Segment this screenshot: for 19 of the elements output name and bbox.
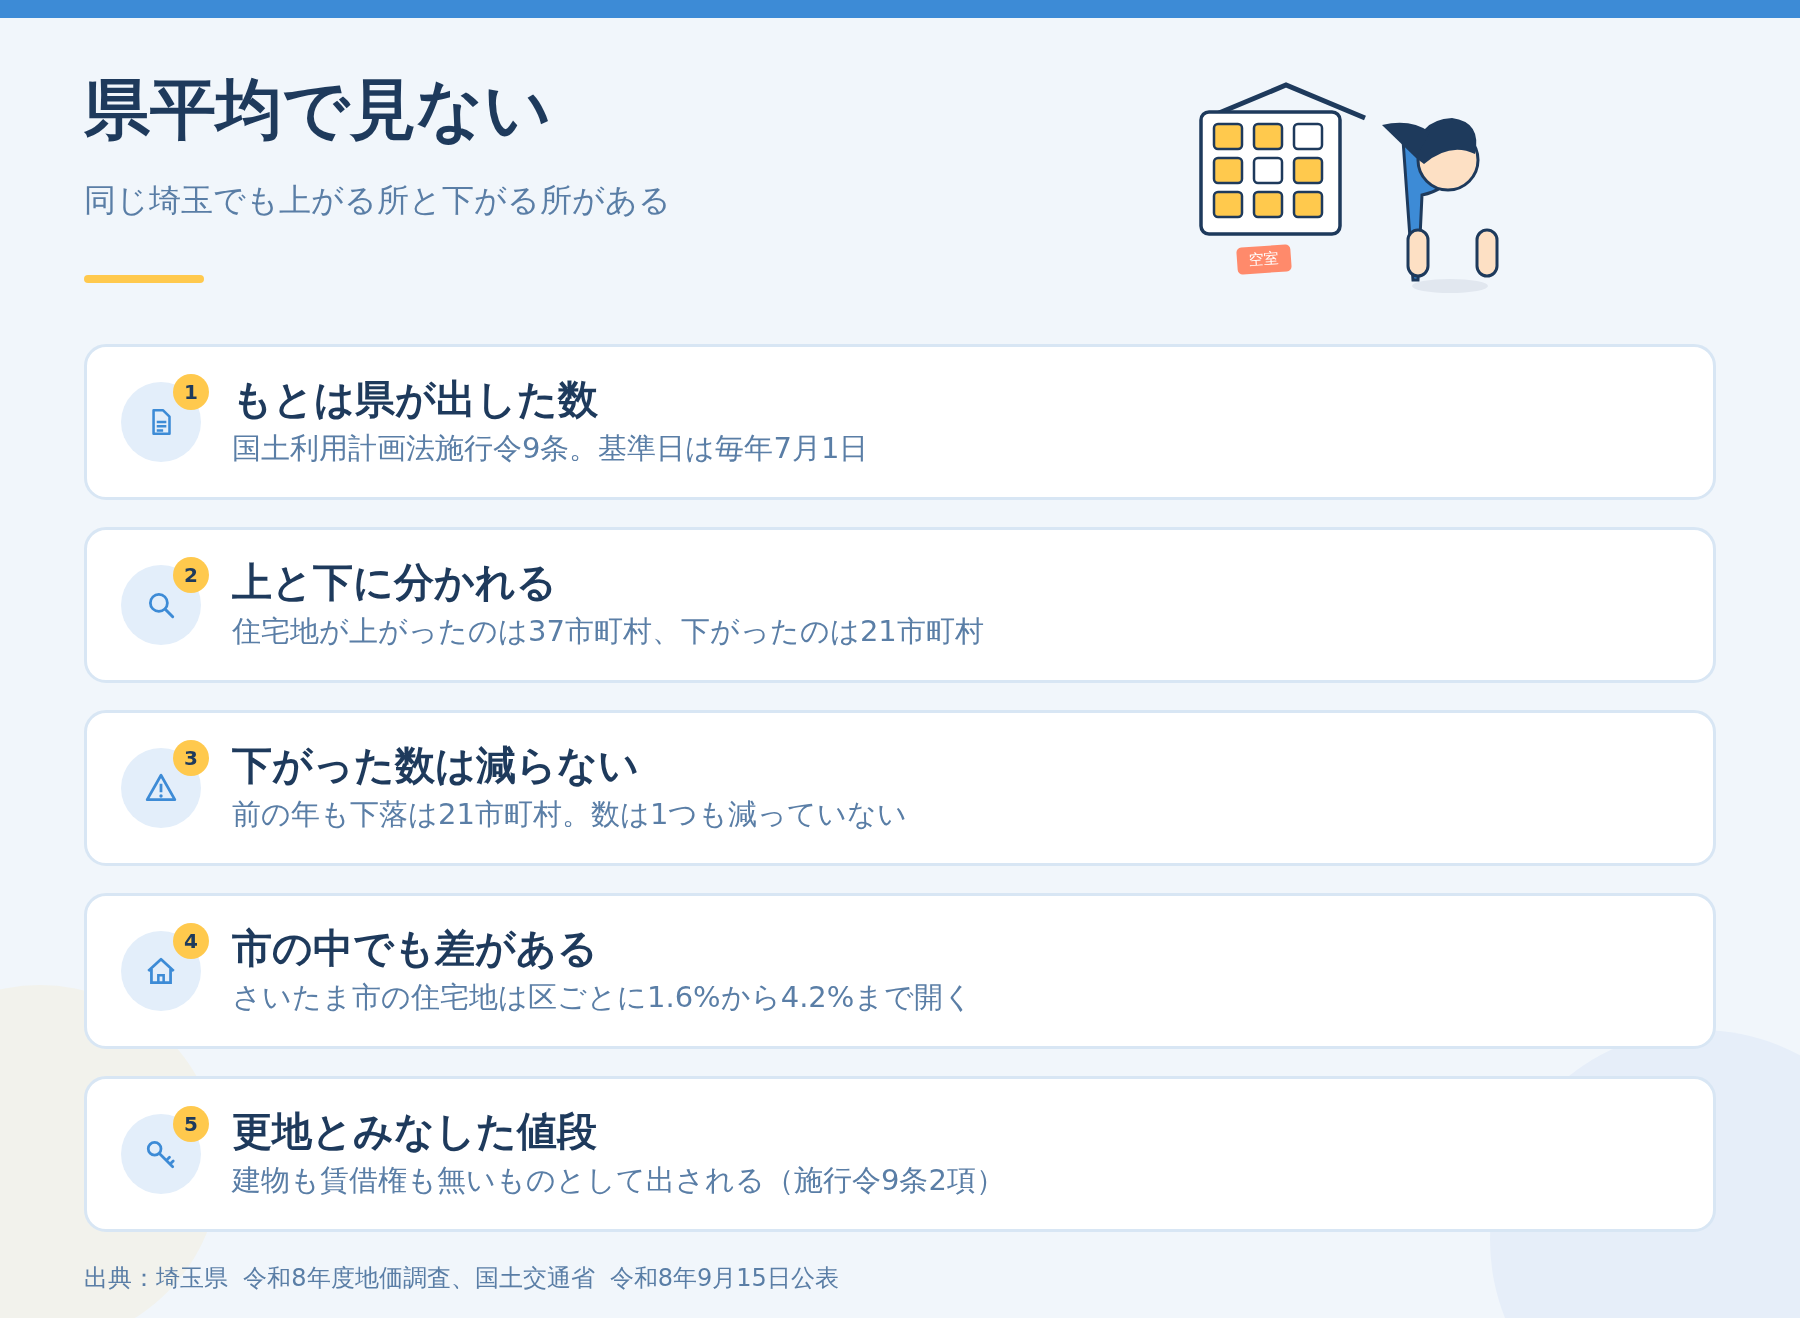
number-badge: 4 [173, 923, 209, 959]
page-title: 県平均で見ない [84, 70, 553, 150]
point-title: 上と下に分かれる [232, 558, 558, 606]
point-description: 住宅地が上がったのは37市町村、下がったのは21市町村 [232, 613, 984, 650]
number-badge: 5 [173, 1106, 209, 1142]
point-description: さいたま市の住宅地は区ごとに1.6%から4.2%まで開く [232, 979, 974, 1016]
point-title: 更地とみなした値段 [232, 1107, 598, 1155]
number-badge: 3 [173, 740, 209, 776]
point-description: 建物も賃借権も無いものとして出される（施行令9条2項） [232, 1162, 1005, 1199]
vacancy-tag: 空室 [1236, 244, 1292, 275]
number-badge: 1 [173, 374, 209, 410]
point-title: 市の中でも差がある [232, 924, 599, 972]
point-description: 前の年も下落は21市町村。数は1つも減っていない [232, 796, 908, 833]
source-note: 出典：埼玉県 令和8年度地価調査、国土交通省 令和8年9月15日公表 [84, 1263, 840, 1294]
point-title: もとは県が出した数 [232, 375, 599, 423]
point-description: 国土利用計画法施行令9条。基準日は毎年7月1日 [232, 430, 869, 467]
point-title: 下がった数は減らない [232, 741, 640, 789]
number-badge: 2 [173, 557, 209, 593]
subtitle: 同じ埼玉でも上がる所と下がる所がある [84, 180, 671, 222]
